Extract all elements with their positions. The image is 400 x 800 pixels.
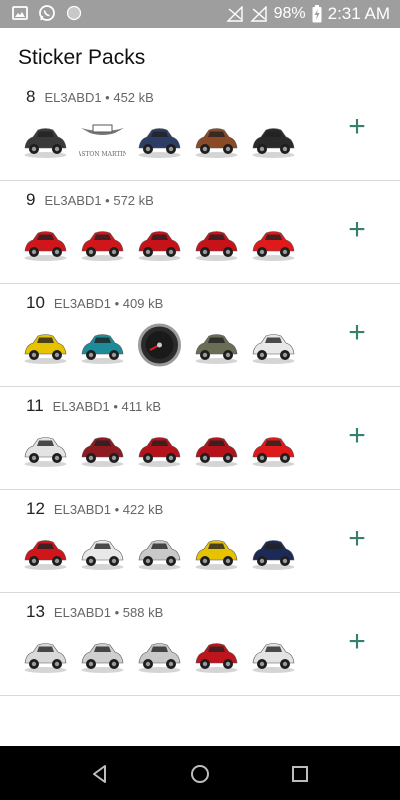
yellow-coupe-sticker: [193, 526, 240, 576]
add-pack-button[interactable]: +: [344, 215, 370, 245]
sticker-pack-row[interactable]: 8 EL3ABD1 • 452 kB ASTON MARTIN +: [0, 78, 400, 181]
blue-coupe-sticker: [136, 114, 183, 164]
sticker-pack-row[interactable]: 10 EL3ABD1 • 409 kB +: [0, 284, 400, 387]
silver-sedan-sticker: [136, 526, 183, 576]
maroon-hatchback-sticker: [79, 423, 126, 473]
page-title: Sticker Packs: [18, 46, 146, 69]
white-suv-sticker: [22, 423, 69, 473]
add-pack-button[interactable]: +: [344, 524, 370, 554]
red-supercar-sticker: [22, 526, 69, 576]
pack-header: 13 EL3ABD1 • 588 kB: [26, 602, 163, 622]
sticker-pack-row[interactable]: 9 EL3ABD1 • 572 kB +: [0, 181, 400, 284]
red-coupe-sticker: [136, 423, 183, 473]
red-sedan-sticker: [193, 629, 240, 679]
red-supercar-sticker: [136, 217, 183, 267]
bronze-coupe-sticker: [193, 114, 240, 164]
home-icon[interactable]: [189, 763, 211, 785]
recents-icon[interactable]: [289, 763, 311, 785]
red-convertible-sticker: [250, 217, 297, 267]
pack-number: 12: [26, 499, 45, 518]
red-sportscar-sticker: [79, 217, 126, 267]
sticker-preview-row: [22, 320, 297, 370]
pack-publisher-size: EL3ABD1 • 572 kB: [44, 193, 154, 208]
white-suv-sticker: [250, 629, 297, 679]
olive-suv-sticker: [193, 320, 240, 370]
image-icon: [12, 6, 28, 20]
black-coupe-sticker: [250, 114, 297, 164]
pack-number: 11: [26, 396, 44, 415]
pack-publisher-size: EL3ABD1 • 409 kB: [53, 296, 164, 311]
red-supercar-sticker: [193, 217, 240, 267]
silver-sedan-sticker: [136, 629, 183, 679]
status-bar-notifications: [12, 4, 82, 22]
pack-publisher-size: EL3ABD1 • 422 kB: [53, 502, 164, 517]
no-signal-icon: [249, 6, 267, 22]
status-bar-system: 98% 2:31 AM: [225, 4, 390, 24]
svg-text:ASTON MARTIN: ASTON MARTIN: [79, 151, 126, 158]
add-pack-button[interactable]: +: [344, 112, 370, 142]
pack-header: 11 EL3ABD1 • 411 kB: [26, 396, 161, 416]
clock: 2:31 AM: [327, 4, 390, 23]
teal-suv-sticker: [79, 320, 126, 370]
sticker-preview-row: [22, 423, 297, 473]
back-icon[interactable]: [89, 763, 111, 785]
sticker-pack-list: 8 EL3ABD1 • 452 kB ASTON MARTIN +9 EL3ABD1 •…: [0, 78, 400, 696]
white-hatchback-sticker: [250, 320, 297, 370]
pack-publisher-size: EL3ABD1 • 411 kB: [52, 399, 162, 414]
silver-sedan-front-sticker: [79, 629, 126, 679]
red-coupe-sticker: [193, 423, 240, 473]
navigation-bar: [0, 746, 400, 800]
speedometer-sticker: [136, 320, 183, 370]
pack-number: 10: [26, 293, 45, 312]
sticker-preview-row: [22, 526, 297, 576]
sticker-pack-row[interactable]: 11 EL3ABD1 • 411 kB +: [0, 387, 400, 490]
pack-header: 10 EL3ABD1 • 409 kB: [26, 293, 163, 313]
pack-number: 13: [26, 602, 45, 621]
whatsapp-icon: [39, 5, 55, 21]
add-pack-button[interactable]: +: [344, 318, 370, 348]
silver-sportscar-sticker: [22, 629, 69, 679]
add-pack-button[interactable]: +: [344, 421, 370, 451]
battery-charging-icon: [312, 5, 322, 23]
white-hatchback-sticker: [79, 526, 126, 576]
yellow-hatchback-sticker: [22, 320, 69, 370]
sticker-pack-row[interactable]: 12 EL3ABD1 • 422 kB +: [0, 490, 400, 593]
pack-number: 9: [26, 190, 36, 209]
pack-number: 8: [26, 87, 36, 106]
pack-header: 12 EL3ABD1 • 422 kB: [26, 499, 163, 519]
aston-martin-logo-sticker: ASTON MARTIN: [79, 114, 126, 164]
red-sportscar-sticker: [22, 217, 69, 267]
sticker-preview-row: [22, 629, 297, 679]
navy-suv-sticker: [250, 526, 297, 576]
sticker-pack-row[interactable]: 13 EL3ABD1 • 588 kB +: [0, 593, 400, 696]
red-convertible-sticker: [250, 423, 297, 473]
no-signal-icon: [225, 6, 243, 22]
circle-icon: [66, 5, 82, 21]
status-bar: 98% 2:31 AM: [0, 0, 400, 28]
dark-sedan-sticker: [22, 114, 69, 164]
pack-publisher-size: EL3ABD1 • 588 kB: [53, 605, 164, 620]
battery-percentage: 98%: [273, 5, 306, 22]
pack-header: 8 EL3ABD1 • 452 kB: [26, 87, 154, 107]
sticker-preview-row: [22, 217, 297, 267]
pack-publisher-size: EL3ABD1 • 452 kB: [44, 90, 154, 105]
pack-header: 9 EL3ABD1 • 572 kB: [26, 190, 154, 210]
add-pack-button[interactable]: +: [344, 627, 370, 657]
sticker-preview-row: ASTON MARTIN: [22, 114, 297, 164]
